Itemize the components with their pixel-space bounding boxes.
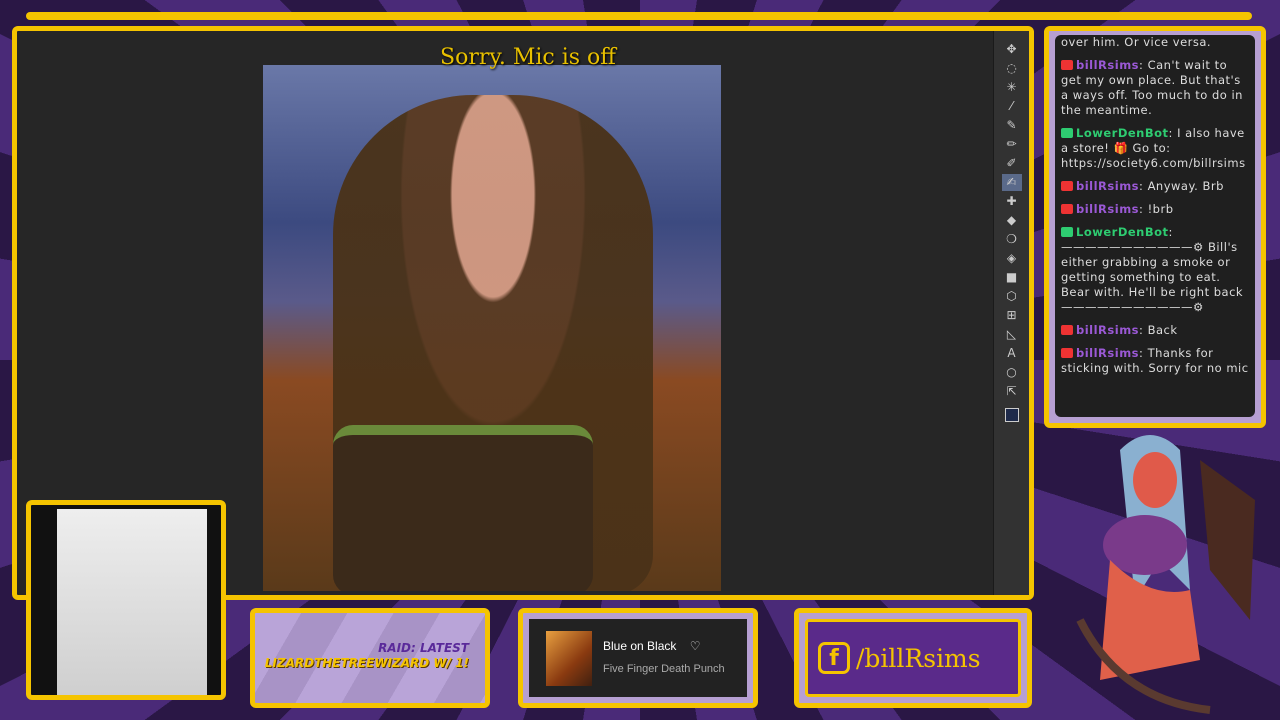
shape-icon[interactable]: ⬡ — [1002, 288, 1022, 305]
moderator-badge-icon — [1061, 227, 1073, 237]
chat-text: !brb — [1147, 202, 1174, 216]
now-playing-panel: Blue on Black ♡ Five Finger Death Punch — [518, 608, 758, 708]
chat-message: billRsims: !brb — [1061, 202, 1249, 217]
chat-message: billRsims: Anyway. Brb — [1061, 179, 1249, 194]
tool-palette: ✥ ◌ ✳ ⁄ ✎ ✏ ✐ ✍ ✚ ◆ ❍ ◈ ■ ⬡ ⊞ ◺ A ○ ⇱ — [993, 31, 1029, 595]
chat-message: billRsims: Thanks for sticking with. Sor… — [1061, 346, 1249, 375]
song-title: Blue on Black — [603, 639, 677, 653]
chat-message: over him. Or vice versa. — [1061, 35, 1249, 50]
broadcaster-badge-icon — [1061, 60, 1073, 70]
chat-text: over him. Or vice versa. — [1061, 35, 1212, 49]
chat-messages[interactable]: over him. Or vice versa. billRsims: Can't… — [1055, 35, 1255, 417]
chat-username[interactable]: LowerDenBot — [1076, 126, 1169, 140]
gradient-icon[interactable]: ■ — [1002, 269, 1022, 286]
raid-label: RAID: LATEST — [378, 641, 469, 655]
sketch-image — [57, 509, 207, 695]
lasso-icon[interactable]: ◌ — [1002, 60, 1022, 77]
brush-icon[interactable]: ✐ — [1002, 155, 1022, 172]
eyedropper-icon[interactable]: ⁄ — [1002, 98, 1022, 115]
heal-icon[interactable]: ✚ — [1002, 193, 1022, 210]
broadcaster-badge-icon — [1061, 348, 1073, 358]
mic-off-notice: Sorry. Mic is off — [440, 45, 616, 70]
chat-message: LowerDenBot: ———————————⚙ Bill's either … — [1061, 225, 1244, 314]
chat-panel: over him. Or vice versa. billRsims: Can't… — [1044, 26, 1266, 428]
song-artist: Five Finger Death Punch — [603, 663, 725, 675]
text-icon[interactable]: A — [1002, 345, 1022, 362]
chat-text: Anyway. Brb — [1147, 179, 1224, 193]
album-art — [546, 631, 592, 686]
eraser-icon[interactable]: ◆ — [1002, 212, 1022, 229]
chat-message: LowerDenBot: I also have a store! 🎁 Go t… — [1061, 126, 1246, 170]
frame-icon[interactable]: ⊞ — [1002, 307, 1022, 324]
chat-username[interactable]: billRsims — [1076, 346, 1139, 360]
move-icon[interactable]: ✥ — [1002, 41, 1022, 58]
chat-text: ———————————⚙ Bill's either grabbing a sm… — [1061, 240, 1244, 314]
speech-icon[interactable]: ○ — [1002, 364, 1022, 381]
chat-message: billRsims: Can't wait to get my own plac… — [1061, 58, 1243, 117]
chat-username[interactable]: billRsims — [1076, 202, 1139, 216]
pen-icon[interactable]: ✎ — [1002, 117, 1022, 134]
artwork-skirt — [333, 425, 593, 591]
raid-name: LIZARDTHETREEWIZARD W/ 1! — [264, 656, 469, 670]
chat-username[interactable]: billRsims — [1076, 58, 1139, 72]
chat-username[interactable]: billRsims — [1076, 323, 1139, 337]
chat-text: Back — [1147, 323, 1178, 337]
foreground-color-swatch[interactable] — [1004, 408, 1019, 422]
mascot-character — [1076, 435, 1255, 714]
magic-wand-icon[interactable]: ✳ — [1002, 79, 1022, 96]
fill-icon[interactable]: ❍ — [1002, 231, 1022, 248]
vector-icon[interactable]: ◺ — [1002, 326, 1022, 343]
heart-icon[interactable]: ♡ — [690, 639, 701, 653]
broadcaster-badge-icon — [1061, 204, 1073, 214]
social-handle[interactable]: /billRsims — [856, 644, 981, 673]
transform-icon[interactable]: ⇱ — [1002, 383, 1022, 400]
facebook-icon: f — [818, 642, 850, 674]
pencil-icon[interactable]: ✏ — [1002, 136, 1022, 153]
bucket-icon[interactable]: ◈ — [1002, 250, 1022, 267]
broadcaster-badge-icon — [1061, 325, 1073, 335]
chat-username[interactable]: billRsims — [1076, 179, 1139, 193]
artwork-canvas[interactable] — [263, 65, 721, 591]
moderator-badge-icon — [1061, 128, 1073, 138]
overlay-top-bar — [26, 12, 1252, 20]
smudge-icon[interactable]: ✍ — [1001, 174, 1022, 191]
webcam-panel — [26, 500, 226, 700]
social-panel: f /billRsims — [794, 608, 1032, 708]
broadcaster-badge-icon — [1061, 181, 1073, 191]
raid-panel: RAID: LATEST LIZARDTHETREEWIZARD W/ 1! — [250, 608, 490, 708]
chat-message: billRsims: Back — [1061, 323, 1249, 338]
chat-username[interactable]: LowerDenBot — [1076, 225, 1169, 239]
